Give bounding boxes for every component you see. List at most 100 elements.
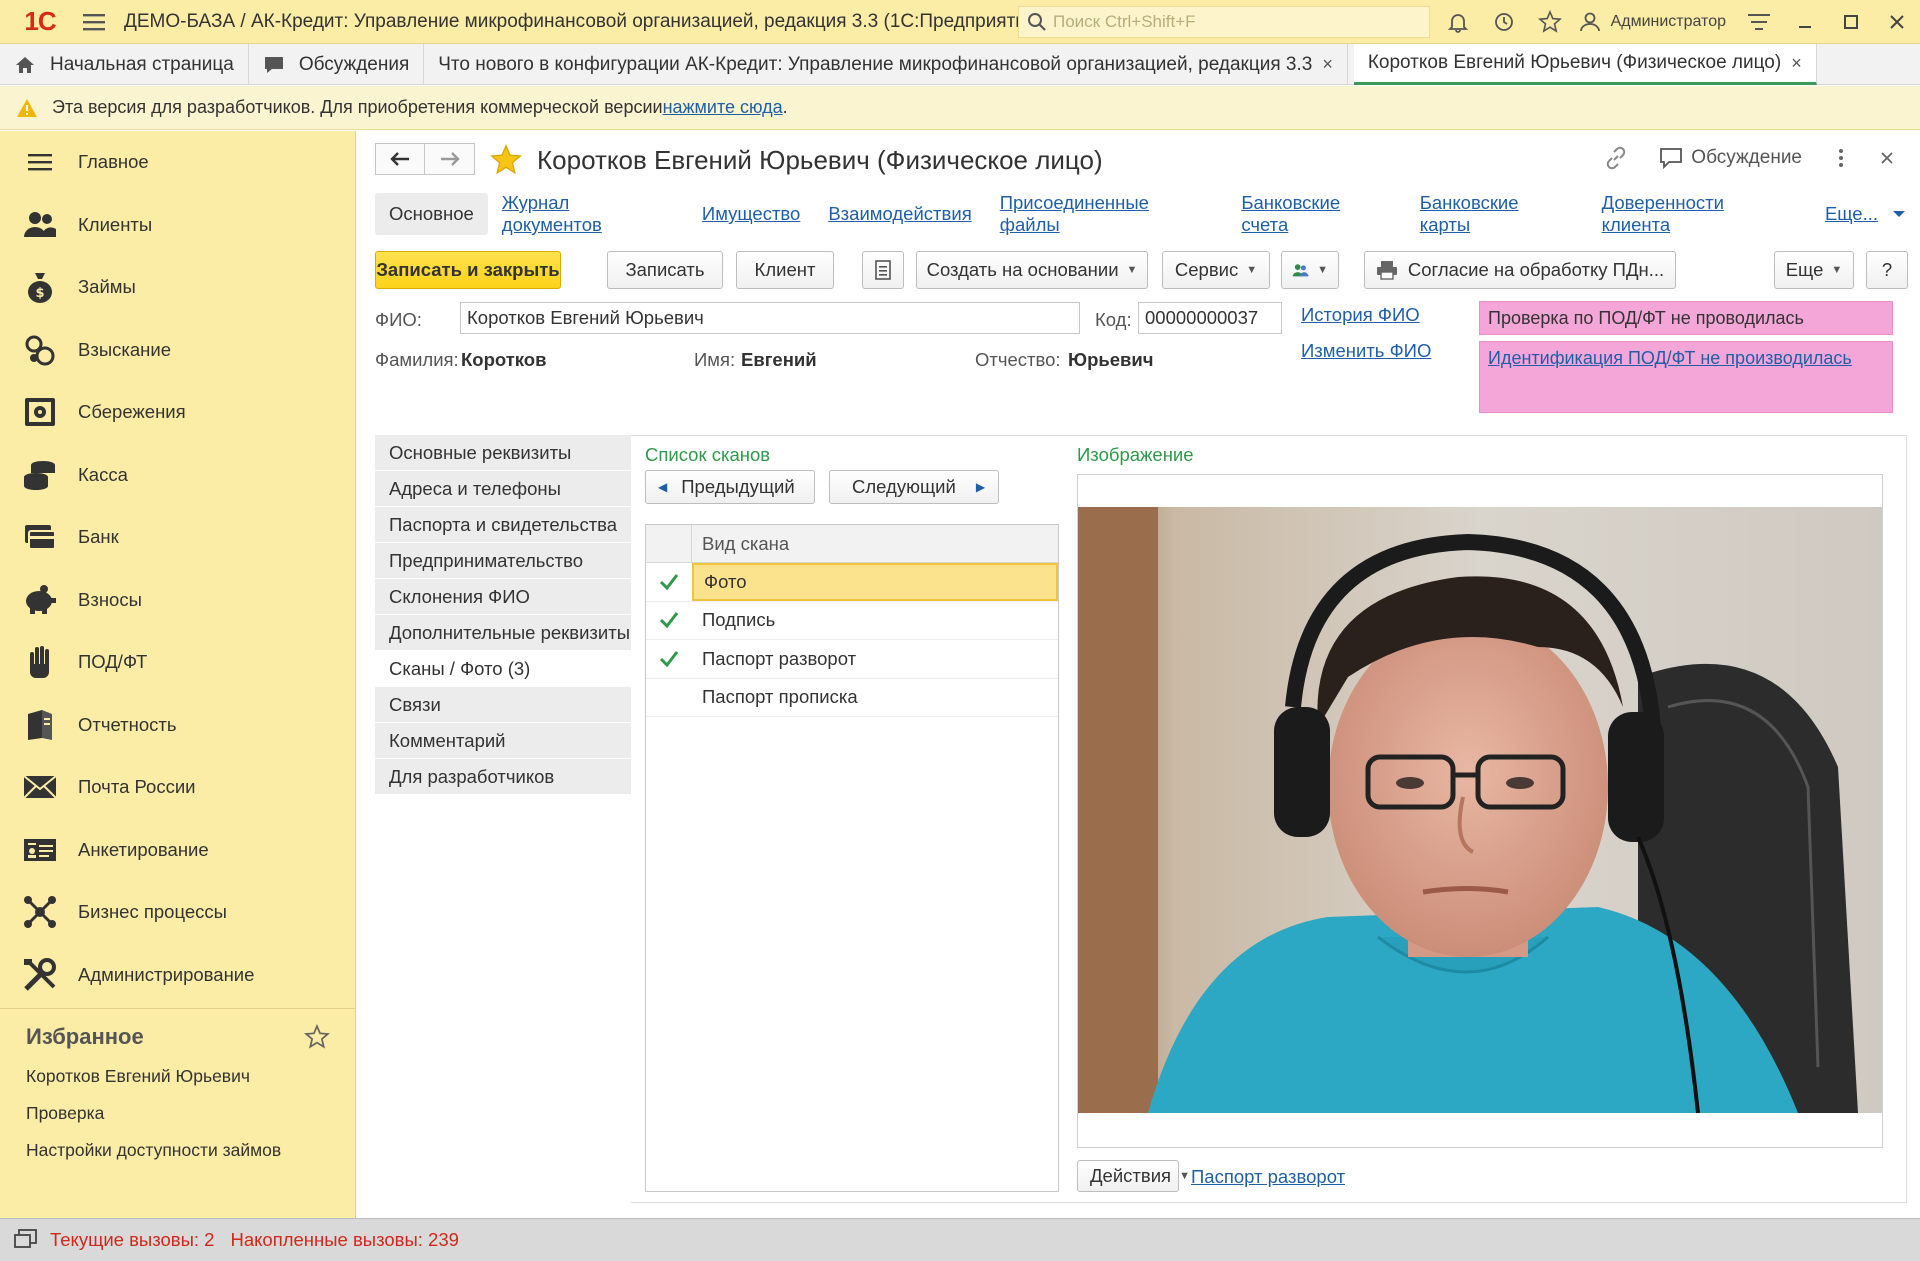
reports-icon	[20, 705, 60, 745]
section-basic-details[interactable]: Основные реквизиты	[375, 435, 631, 471]
back-button[interactable]	[375, 143, 425, 175]
fio-input[interactable]	[460, 302, 1080, 334]
bell-icon[interactable]	[1435, 0, 1481, 44]
arrow-right-icon	[440, 152, 460, 166]
discussion-button[interactable]: Обсуждение	[1659, 147, 1802, 169]
home-icon	[16, 56, 34, 73]
history-icon[interactable]	[1481, 0, 1527, 44]
tab-client-card[interactable]: Коротков Евгений Юрьевич (Физическое лиц…	[1353, 44, 1817, 85]
table-row[interactable]: Паспорт прописка	[646, 679, 1058, 717]
tab-bank-accounts[interactable]: Банковские счета	[1227, 192, 1405, 235]
link-icon[interactable]	[1603, 145, 1629, 171]
tab-whats-new[interactable]: Что нового в конфигурации АК-Кредит: Упр…	[424, 44, 1348, 85]
section-entrepreneurship[interactable]: Предпринимательство	[375, 543, 631, 579]
section-comment[interactable]: Комментарий	[375, 723, 631, 759]
minimize-icon[interactable]	[1782, 0, 1828, 44]
service-button[interactable]: Сервис ▼	[1162, 251, 1270, 289]
sidebar-item-loans[interactable]: $ Займы	[0, 256, 355, 319]
tab-property[interactable]: Имущество	[688, 193, 814, 235]
tab-bank-cards[interactable]: Банковские карты	[1406, 192, 1588, 235]
client-button[interactable]: Клиент	[736, 251, 834, 289]
tab-discussions[interactable]: Обсуждения	[249, 44, 425, 85]
document-list-button[interactable]	[862, 251, 904, 289]
sidebar-item-questionnaire[interactable]: Анкетирование	[0, 819, 355, 882]
help-button[interactable]: ?	[1866, 251, 1908, 289]
passport-spread-link[interactable]: Паспорт разворот	[1191, 1166, 1345, 1188]
surname-label: Фамилия:	[375, 349, 459, 370]
favorites-star-icon[interactable]	[1527, 0, 1573, 44]
save-button[interactable]: Записать	[607, 251, 723, 289]
tab-home[interactable]: Начальная страница	[0, 44, 249, 85]
previous-scan-button[interactable]: ◀ Предыдущий	[645, 470, 815, 504]
main-menu-icon[interactable]	[76, 0, 112, 44]
pod-check-status: Проверка по ПОД/ФТ не проводилась	[1479, 301, 1893, 335]
table-row[interactable]: Паспорт разворот	[646, 640, 1058, 679]
tab-more[interactable]: Еще...	[1811, 193, 1920, 235]
close-tab-icon[interactable]: ×	[1791, 53, 1802, 74]
sidebar-item-bank[interactable]: Банк	[0, 506, 355, 569]
favorite-item[interactable]: Настройки доступности займов	[26, 1140, 281, 1161]
sidebar-item-reports[interactable]: Отчетность	[0, 694, 355, 757]
tab-attached-files[interactable]: Присоединенные файлы	[986, 192, 1228, 235]
sidebar-item-cash[interactable]: Касса	[0, 444, 355, 507]
settings-menu-icon[interactable]	[1736, 0, 1782, 44]
questionnaire-icon	[20, 830, 60, 870]
sidebar-item-main[interactable]: Главное	[0, 131, 355, 194]
more-button[interactable]: Еще ▼	[1774, 251, 1854, 289]
tab-main[interactable]: Основное	[375, 193, 488, 235]
users-menu-button[interactable]: ▼	[1281, 251, 1339, 289]
search-input[interactable]	[1053, 12, 1413, 32]
close-form-icon[interactable]	[1880, 151, 1894, 165]
section-relations[interactable]: Связи	[375, 687, 631, 723]
favorite-item[interactable]: Проверка	[26, 1103, 104, 1124]
section-addresses-phones[interactable]: Адреса и телефоны	[375, 471, 631, 507]
change-fio-link[interactable]: Изменить ФИО	[1301, 340, 1431, 362]
close-tab-icon[interactable]: ×	[1322, 54, 1333, 75]
maximize-icon[interactable]	[1828, 0, 1874, 44]
pdn-consent-button[interactable]: Согласие на обработку ПДн...	[1364, 251, 1676, 289]
tab-documents-journal[interactable]: Журнал документов	[488, 192, 688, 235]
next-scan-button[interactable]: Следующий ▶	[829, 470, 999, 504]
sidebar-item-russian-post[interactable]: Почта России	[0, 756, 355, 819]
menu-lines-icon	[20, 142, 60, 182]
table-header: Вид скана	[646, 524, 1058, 563]
user-name[interactable]: Администратор	[1611, 13, 1726, 31]
section-developers[interactable]: Для разработчиков	[375, 759, 631, 795]
pod-identification-link[interactable]: Идентификация ПОД/ФТ не производилась	[1488, 348, 1852, 368]
sidebar-item-label: Бизнес процессы	[78, 901, 227, 923]
calls-monitor-icon[interactable]	[14, 1229, 38, 1251]
client-form: Коротков Евгений Юрьевич (Физическое лиц…	[357, 131, 1920, 1218]
save-and-close-button[interactable]: Записать и закрыть	[375, 251, 561, 289]
tab-interactions[interactable]: Взаимодействия	[814, 193, 985, 235]
sidebar-item-contributions[interactable]: Взносы	[0, 569, 355, 632]
code-input[interactable]	[1138, 302, 1282, 334]
actions-button[interactable]: Действия ▼	[1077, 1160, 1190, 1192]
buy-link[interactable]: нажмите сюда	[663, 97, 783, 118]
sidebar-item-administration[interactable]: Администрирование	[0, 944, 355, 1007]
table-row[interactable]: Подпись	[646, 602, 1058, 640]
sidebar-item-pod-ft[interactable]: ПОД/ФТ	[0, 631, 355, 694]
sidebar-item-collection[interactable]: Взыскание	[0, 319, 355, 382]
user-icon[interactable]	[1573, 0, 1607, 44]
section-name-declension[interactable]: Склонения ФИО	[375, 579, 631, 615]
sidebar-item-savings[interactable]: Сбережения	[0, 381, 355, 444]
sections-sidebar: Главное Клиенты $ Займы Взыскание Сбереж…	[0, 131, 356, 1218]
process-icon	[20, 892, 60, 932]
tab-powers-of-attorney[interactable]: Доверенности клиента	[1588, 192, 1811, 235]
forward-button[interactable]	[425, 143, 475, 175]
client-photo	[1078, 507, 1882, 1113]
more-vertical-icon[interactable]	[1838, 148, 1844, 168]
close-window-icon[interactable]	[1874, 0, 1920, 44]
section-passports[interactable]: Паспорта и свидетельства	[375, 507, 631, 543]
favorite-star-icon[interactable]	[488, 143, 524, 177]
table-row[interactable]: Фото	[646, 562, 1058, 602]
section-additional-details[interactable]: Дополнительные реквизиты	[375, 615, 631, 651]
create-based-on-button[interactable]: Создать на основании ▼	[916, 251, 1148, 289]
section-scans-photo[interactable]: Сканы / Фото (3)	[375, 651, 631, 687]
favorite-item[interactable]: Коротков Евгений Юрьевич	[26, 1066, 250, 1087]
sidebar-item-business-processes[interactable]: Бизнес процессы	[0, 881, 355, 944]
sidebar-item-clients[interactable]: Клиенты	[0, 194, 355, 257]
favorites-star-icon[interactable]	[304, 1024, 330, 1050]
fio-history-link[interactable]: История ФИО	[1301, 304, 1420, 326]
global-search[interactable]	[1018, 6, 1430, 38]
